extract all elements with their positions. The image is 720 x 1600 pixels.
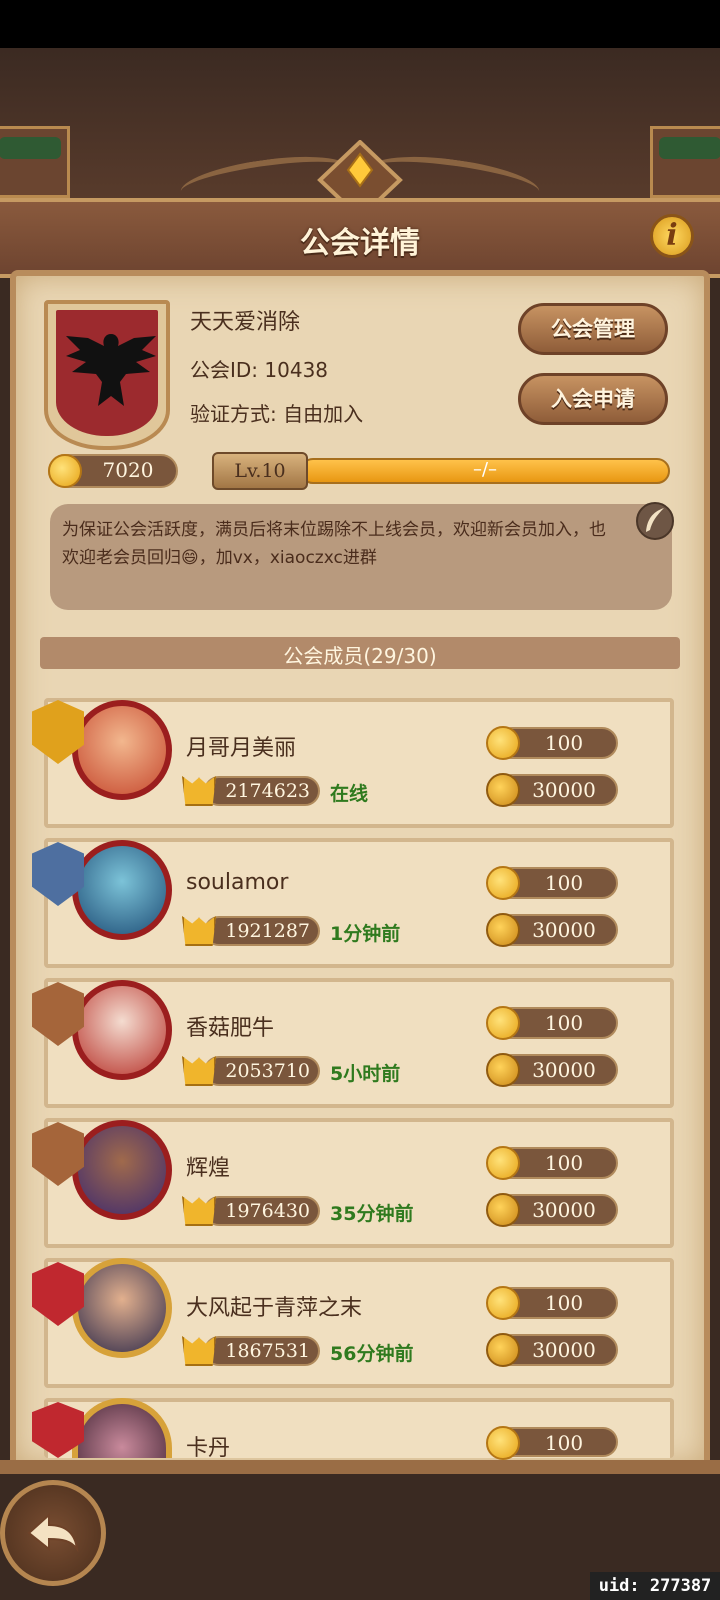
status-bar — [0, 0, 720, 48]
member-name: soulamor — [186, 870, 289, 895]
coin-icon — [486, 1286, 520, 1320]
page-title: 公会详情 — [300, 226, 420, 261]
coin-icon — [48, 454, 82, 488]
member-status: 56分钟前 — [330, 1343, 414, 1365]
member-power: 2174623 — [204, 776, 320, 806]
guild-emblem — [44, 300, 170, 450]
coin-icon — [486, 866, 520, 900]
guild-funds-value: 7020 — [102, 458, 154, 482]
member-avatar[interactable] — [72, 1120, 172, 1220]
back-button[interactable] — [0, 1480, 106, 1586]
member-name: 香菇肥牛 — [186, 1016, 275, 1041]
guild-id: 公会ID: 10438 — [190, 358, 329, 382]
contribution-medal-icon — [486, 1053, 520, 1087]
join-requests-button[interactable]: 入会申请 — [518, 373, 668, 425]
member-status: 1分钟前 — [330, 923, 401, 945]
guild-notice-text: 为保证公会活跃度，满员后将末位踢除不上线会员，欢迎新会员加入，也欢迎老会员回归😄… — [62, 520, 606, 568]
contribution-medal-icon — [486, 913, 520, 947]
members-header-title: 公会成员(29/30) — [283, 644, 437, 668]
member-name: 卡丹 — [186, 1436, 231, 1461]
contribution-medal-icon — [486, 1333, 520, 1367]
power-crown-icon — [182, 1196, 216, 1226]
member-status: 在线 — [330, 783, 369, 805]
member-power: 1867531 — [204, 1336, 320, 1366]
pillar-decoration-left — [0, 126, 70, 198]
power-crown-icon — [182, 776, 216, 806]
power-crown-icon — [182, 916, 216, 946]
quill-icon — [646, 508, 664, 532]
power-crown-icon — [182, 1056, 216, 1086]
guild-level-badge: Lv.10 — [212, 452, 308, 490]
member-status: 35分钟前 — [330, 1203, 414, 1225]
coin-icon — [486, 1426, 520, 1460]
panel-bottom-edge — [0, 1460, 720, 1474]
contribution-medal-icon — [486, 773, 520, 807]
member-avatar[interactable] — [72, 840, 172, 940]
edit-notice-button[interactable] — [636, 502, 674, 540]
back-arrow-icon — [27, 1512, 79, 1553]
member-power: 2053710 — [204, 1056, 320, 1086]
eagle-icon — [66, 334, 156, 406]
guild-verify-mode: 验证方式: 自由加入 — [190, 402, 364, 426]
member-status: 5小时前 — [330, 1063, 401, 1085]
member-avatar[interactable] — [72, 980, 172, 1080]
guild-exp-text: –/– — [472, 459, 498, 480]
pillar-decoration-right — [650, 126, 720, 198]
guild-manage-button[interactable]: 公会管理 — [518, 303, 668, 355]
member-name: 月哥月美丽 — [186, 736, 297, 761]
coin-icon — [486, 1146, 520, 1180]
power-crown-icon — [182, 1336, 216, 1366]
member-avatar[interactable] — [72, 1258, 172, 1358]
coin-icon — [486, 726, 520, 760]
member-power: 1976430 — [204, 1196, 320, 1226]
coin-icon — [486, 1006, 520, 1040]
user-id-label: uid: 277387 — [590, 1572, 720, 1600]
contribution-medal-icon — [486, 1193, 520, 1227]
member-name: 大风起于青萍之末 — [186, 1296, 363, 1321]
info-button[interactable]: i — [650, 214, 694, 258]
guild-name: 天天爱消除 — [190, 310, 301, 335]
member-power: 1921287 — [204, 916, 320, 946]
member-avatar[interactable] — [72, 700, 172, 800]
member-name: 辉煌 — [186, 1156, 231, 1181]
